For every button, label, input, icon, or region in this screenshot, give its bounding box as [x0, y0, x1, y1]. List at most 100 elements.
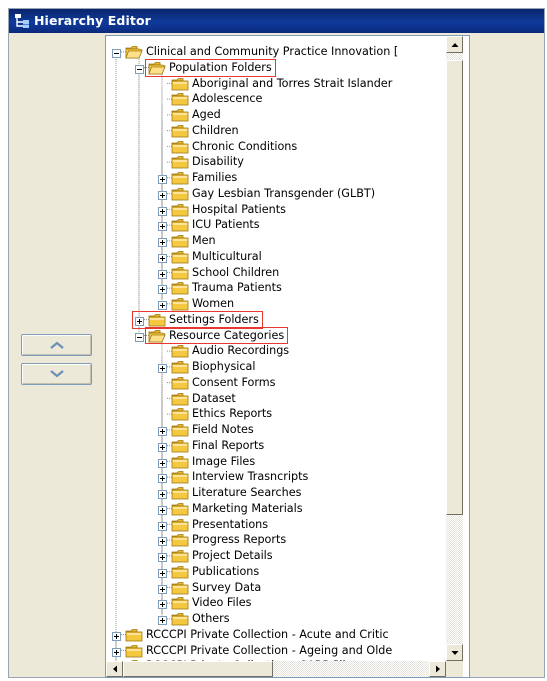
tree-node-label: Project Details [192, 549, 273, 562]
tree-node[interactable]: RCCCPI Private Collection - Acute and Cr… [106, 627, 446, 643]
tree-node[interactable]: Families [106, 170, 446, 186]
tree-node[interactable]: Clinical and Community Practice Innovati… [106, 44, 446, 60]
expand-icon[interactable] [158, 504, 167, 515]
expand-icon[interactable] [158, 173, 167, 184]
tree-node[interactable]: Image Files [106, 454, 446, 470]
expand-icon[interactable] [158, 472, 167, 484]
vertical-scroll-thumb[interactable] [446, 59, 463, 515]
tree-node-label: Others [192, 612, 230, 625]
folder-icon [171, 281, 189, 295]
tree-node[interactable]: Final Reports [106, 438, 446, 454]
tree-node[interactable]: Video Files [106, 595, 446, 611]
collapse-icon[interactable] [112, 47, 121, 58]
tree-node[interactable]: Resource Categories [106, 328, 446, 344]
tree-node[interactable]: Settings Folders [106, 312, 446, 328]
tree-node[interactable]: Audio Recordings [106, 343, 446, 359]
tree-node-label: Final Reports [192, 438, 265, 452]
tree-node-label: School Children [192, 265, 280, 279]
tree-node[interactable]: Chronic Conditions [106, 139, 446, 155]
tree-node-label: Aboriginal and Torres Strait Islander [192, 76, 393, 90]
tree-node[interactable]: Consent Forms [106, 375, 446, 391]
horizontal-scrollbar[interactable] [106, 661, 446, 677]
tree-node-label: Image Files [192, 454, 256, 468]
expand-icon[interactable] [158, 535, 167, 547]
tree-node[interactable]: Children [106, 123, 446, 139]
scroll-down-button[interactable] [446, 644, 463, 661]
scroll-right-button[interactable] [429, 661, 446, 677]
expand-icon[interactable] [158, 283, 167, 295]
folder-icon [171, 470, 189, 484]
collapse-icon[interactable] [135, 63, 144, 74]
tree-node[interactable]: Interview Trasncripts [106, 469, 446, 485]
title-bar[interactable]: Hierarchy Editor [9, 9, 544, 33]
tree-node[interactable]: Gay Lesbian Transgender (GLBT) [106, 186, 446, 202]
tree-node[interactable]: Trauma Patients [106, 280, 446, 296]
tree-node[interactable]: Publications [106, 564, 446, 580]
tree-node[interactable]: Dataset [106, 391, 446, 407]
expand-icon[interactable] [158, 189, 167, 200]
horizontal-scroll-thumb[interactable] [123, 661, 273, 677]
expand-icon[interactable] [158, 205, 167, 216]
tree-node[interactable]: ICU Patients [106, 217, 446, 233]
expand-icon[interactable] [135, 315, 144, 326]
tree-node[interactable]: Aged [106, 107, 446, 123]
tree-node[interactable]: Progress Reports [106, 532, 446, 548]
tree-node[interactable]: Project Details [106, 548, 446, 564]
scroll-left-button[interactable] [106, 661, 123, 677]
tree-node[interactable]: Population Folders [106, 60, 446, 76]
tree-node[interactable]: Men [106, 233, 446, 249]
tree-node[interactable]: Disability [106, 154, 446, 170]
chevron-up-icon [50, 341, 64, 349]
tree-node[interactable]: Hospital Patients [106, 202, 446, 218]
tree-node[interactable]: Field Notes [106, 422, 446, 438]
expand-icon[interactable] [158, 362, 167, 373]
tree-node[interactable]: Literature Searches [106, 485, 446, 501]
tree-node[interactable]: Adolescence [106, 91, 446, 107]
expand-icon[interactable] [112, 630, 121, 641]
expand-icon[interactable] [158, 614, 167, 625]
expand-icon[interactable] [158, 488, 167, 499]
expand-icon[interactable] [158, 567, 167, 578]
collapse-icon[interactable] [135, 331, 144, 342]
expand-icon[interactable] [158, 441, 167, 452]
move-up-button[interactable] [21, 334, 92, 356]
expand-icon[interactable] [112, 646, 121, 657]
tree-node[interactable]: Others [106, 611, 446, 627]
folder-icon [171, 234, 189, 248]
scroll-up-button[interactable] [446, 36, 463, 53]
tree-node[interactable]: Multicultural [106, 249, 446, 265]
expand-icon[interactable] [158, 583, 167, 594]
folder-icon [171, 439, 189, 453]
hierarchy-editor-window: Hierarchy Editor Clinical and Community … [8, 8, 545, 678]
tree-node[interactable]: RCCCPI Private Collection - Ageing and O… [106, 643, 446, 659]
expand-icon[interactable] [158, 220, 167, 232]
expand-icon[interactable] [158, 236, 167, 247]
tree-node[interactable]: Ethics Reports [106, 406, 446, 422]
tree-node[interactable]: School Children [106, 265, 446, 281]
tree-node-label: Field Notes [192, 423, 254, 436]
vertical-scrollbar[interactable] [446, 36, 463, 661]
tree-node[interactable]: Women [106, 296, 446, 312]
move-down-button[interactable] [21, 363, 92, 385]
arrow-left-icon [112, 665, 117, 673]
hierarchy-tree[interactable]: Clinical and Community Practice Innovati… [105, 35, 470, 678]
folder-icon [171, 360, 189, 374]
tree-node[interactable]: Presentations [106, 517, 446, 533]
tree-node-label: Biophysical [192, 360, 256, 373]
expand-icon[interactable] [158, 598, 167, 610]
expand-icon[interactable] [158, 252, 167, 263]
tree-node-label: Settings Folders [169, 312, 259, 326]
tree-node[interactable]: Survey Data [106, 580, 446, 596]
expand-icon[interactable] [158, 425, 167, 436]
expand-icon[interactable] [158, 268, 167, 279]
tree-node-label: Clinical and Community Practice Innovati… [146, 45, 399, 58]
tree-node[interactable]: Biophysical [106, 359, 446, 375]
tree-node[interactable]: Aboriginal and Torres Strait Islander [106, 76, 446, 92]
tree-node[interactable]: Marketing Materials [106, 501, 446, 517]
expand-icon[interactable] [158, 551, 167, 562]
expand-icon[interactable] [158, 457, 167, 468]
expand-icon[interactable] [158, 299, 167, 310]
tree-node-label: Ethics Reports [192, 407, 273, 421]
folder-icon [125, 644, 143, 658]
expand-icon[interactable] [158, 520, 167, 531]
